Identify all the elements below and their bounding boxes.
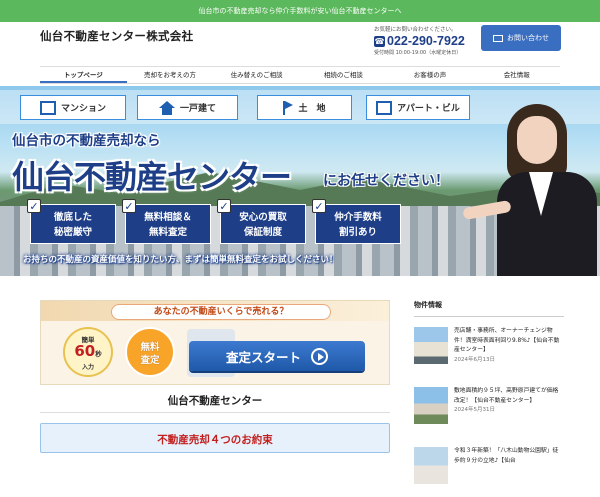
- contact-block: お気軽にお問い合わせください。 ☎ 022-290-7922 受付時間 10:0…: [374, 25, 474, 56]
- apartment-icon: [376, 100, 393, 115]
- promise-heading: 不動産売却４つのお約束: [40, 423, 390, 453]
- house-icon: [158, 100, 175, 115]
- hero-subheadline: 仙台市の不動産売却なら: [12, 133, 161, 149]
- phone-row[interactable]: ☎ 022-290-7922: [374, 34, 474, 48]
- flag-icon: [283, 100, 294, 115]
- post-body: 敷地面積約９５坪、高野原戸建てが価格改定！【仙台不動産センター】 2024年5月…: [454, 387, 564, 437]
- category-mansion-label: マンション: [60, 104, 106, 114]
- staff-photo: [462, 102, 600, 276]
- feature-line: 安心の買取: [239, 212, 287, 223]
- business-hours: 受付時間 10:00-19:00（水曜定休日）: [374, 50, 462, 56]
- post-date: 2024年6月13日: [454, 356, 495, 363]
- play-arrow-icon: [311, 347, 328, 365]
- inquiry-button[interactable]: お問い合わせ: [481, 25, 561, 51]
- main-content: あなたの不動産いくらで売れる？ 簡単 60秒 入力 無料 査定 査定スタート 仙…: [40, 300, 390, 453]
- category-land-label: 土 地: [298, 104, 326, 114]
- nav-item-top[interactable]: トップページ: [40, 67, 127, 83]
- hero-headline: 仙台不動産センター: [12, 158, 292, 196]
- hero-banner[interactable]: マンション 一戸建て 土 地 アパート・ビル 仙台市の不動産売却なら 仙台不動産…: [0, 86, 600, 276]
- property-post[interactable]: 令和３年新築！「八木山動物公園駅」徒歩約９分の立地♪【仙台: [414, 447, 564, 497]
- post-title[interactable]: 敷地面積約９５坪、高野原戸建てが価格改定！【仙台不動産センター】: [454, 387, 564, 406]
- post-title[interactable]: 売店舗・事務所、オーナーチェンジ物件！満室時表面利回り9.8%♪【仙台不動産セン…: [454, 327, 564, 356]
- feature-line: 保証制度: [243, 227, 282, 238]
- feature-line: 仲介手数料: [334, 212, 382, 223]
- global-nav: トップページ 売却をお考えの方 住み替えのご相談 相続のご相談 お客様の声 会社…: [40, 66, 560, 84]
- post-date: 2024年5月31日: [454, 407, 495, 413]
- badge-seconds-unit: 秒: [95, 350, 102, 358]
- check-icon: ✓: [27, 199, 41, 213]
- category-apartment[interactable]: アパート・ビル: [366, 95, 470, 120]
- check-icon: ✓: [122, 199, 136, 213]
- badge-seconds: 60秒: [65, 344, 111, 362]
- feature-line: 徹底した: [53, 212, 92, 223]
- mail-icon: [493, 34, 503, 42]
- category-house[interactable]: 一戸建て: [137, 95, 238, 120]
- badge-assessment: 査定: [140, 355, 160, 366]
- banner-question: あなたの不動産いくらで売れる？: [111, 304, 331, 320]
- building-icon: [39, 100, 56, 115]
- feature-line: 秘密厳守: [53, 227, 92, 238]
- category-house-label: 一戸建て: [179, 104, 216, 114]
- hero-headline-suffix: にお任せください！: [323, 173, 449, 189]
- contact-note: お気軽にお問い合わせください。: [374, 27, 457, 33]
- free-assessment-badge: 無料 査定: [125, 327, 175, 377]
- section-title: 仙台不動産センター: [40, 393, 390, 413]
- badge-seconds-number: 60: [74, 342, 96, 360]
- feature-line: 割引あり: [338, 227, 377, 238]
- check-icon: ✓: [312, 199, 326, 213]
- post-body: 令和３年新築！「八木山動物公園駅」徒歩約９分の立地♪【仙台: [454, 447, 564, 497]
- badge-free: 無料: [140, 342, 160, 353]
- sixty-seconds-badge: 簡単 60秒 入力: [63, 327, 113, 377]
- nav-item-relocation[interactable]: 住み替えのご相談: [213, 67, 300, 83]
- feature-line: 無料相談＆: [144, 212, 192, 223]
- category-mansion[interactable]: マンション: [20, 95, 126, 120]
- property-thumbnail[interactable]: [414, 387, 448, 424]
- property-thumbnail[interactable]: [414, 447, 448, 484]
- start-assessment-button[interactable]: 査定スタート: [189, 341, 365, 371]
- property-post[interactable]: 敷地面積約９５坪、高野原戸建てが価格改定！【仙台不動産センター】 2024年5月…: [414, 387, 564, 437]
- nav-item-company[interactable]: 会社情報: [473, 67, 560, 83]
- post-body: 売店舗・事務所、オーナーチェンジ物件！満室時表面利回り9.8%♪【仙台不動産セン…: [454, 327, 564, 377]
- property-post[interactable]: 売店舗・事務所、オーナーチェンジ物件！満室時表面利回り9.8%♪【仙台不動産セン…: [414, 327, 564, 377]
- phone-icon: ☎: [374, 35, 385, 47]
- category-apartment-label: アパート・ビル: [397, 104, 460, 114]
- site-header: 仙台不動産センター株式会社 お気軽にお問い合わせください。 ☎ 022-290-…: [0, 22, 600, 66]
- nav-item-voices[interactable]: お客様の声: [387, 67, 474, 83]
- nav-item-selling[interactable]: 売却をお考えの方: [127, 67, 214, 83]
- badge-input: 入力: [81, 364, 94, 371]
- category-land[interactable]: 土 地: [257, 95, 352, 120]
- staff-face: [517, 116, 557, 164]
- phone-number[interactable]: 022-290-7922: [387, 34, 465, 48]
- top-announcement-bar: 仙台市の不動産売却なら仲介手数料が安い仙台不動産センターへ: [0, 0, 600, 22]
- start-assessment-label: 査定スタート: [225, 349, 301, 365]
- assessment-banner[interactable]: あなたの不動産いくらで売れる？ 簡単 60秒 入力 無料 査定 査定スタート: [40, 300, 390, 385]
- feature-buyback-guarantee: ✓ 安心の買取 保証制度: [217, 199, 306, 244]
- feature-fee-discount: ✓ 仲介手数料 割引あり: [312, 199, 401, 244]
- feature-confidential: ✓ 徹底した 秘密厳守: [27, 199, 116, 244]
- feature-free-assessment: ✓ 無料相談＆ 無料査定: [122, 199, 211, 244]
- property-thumbnail[interactable]: [414, 327, 448, 364]
- feature-line: 無料査定: [148, 227, 187, 238]
- check-icon: ✓: [217, 199, 231, 213]
- sidebar-heading: 物件情報: [414, 300, 564, 317]
- site-logo[interactable]: 仙台不動産センター株式会社: [40, 28, 193, 44]
- nav-item-inheritance[interactable]: 相続のご相談: [300, 67, 387, 83]
- hero-slogan: お持ちの不動産の資産価値を知りたい方、まずは簡単無料査定をお試しください！: [23, 255, 338, 265]
- sidebar: 物件情報 売店舗・事務所、オーナーチェンジ物件！満室時表面利回り9.8%♪【仙台…: [414, 300, 564, 497]
- inquiry-button-label: お問い合わせ: [507, 34, 549, 42]
